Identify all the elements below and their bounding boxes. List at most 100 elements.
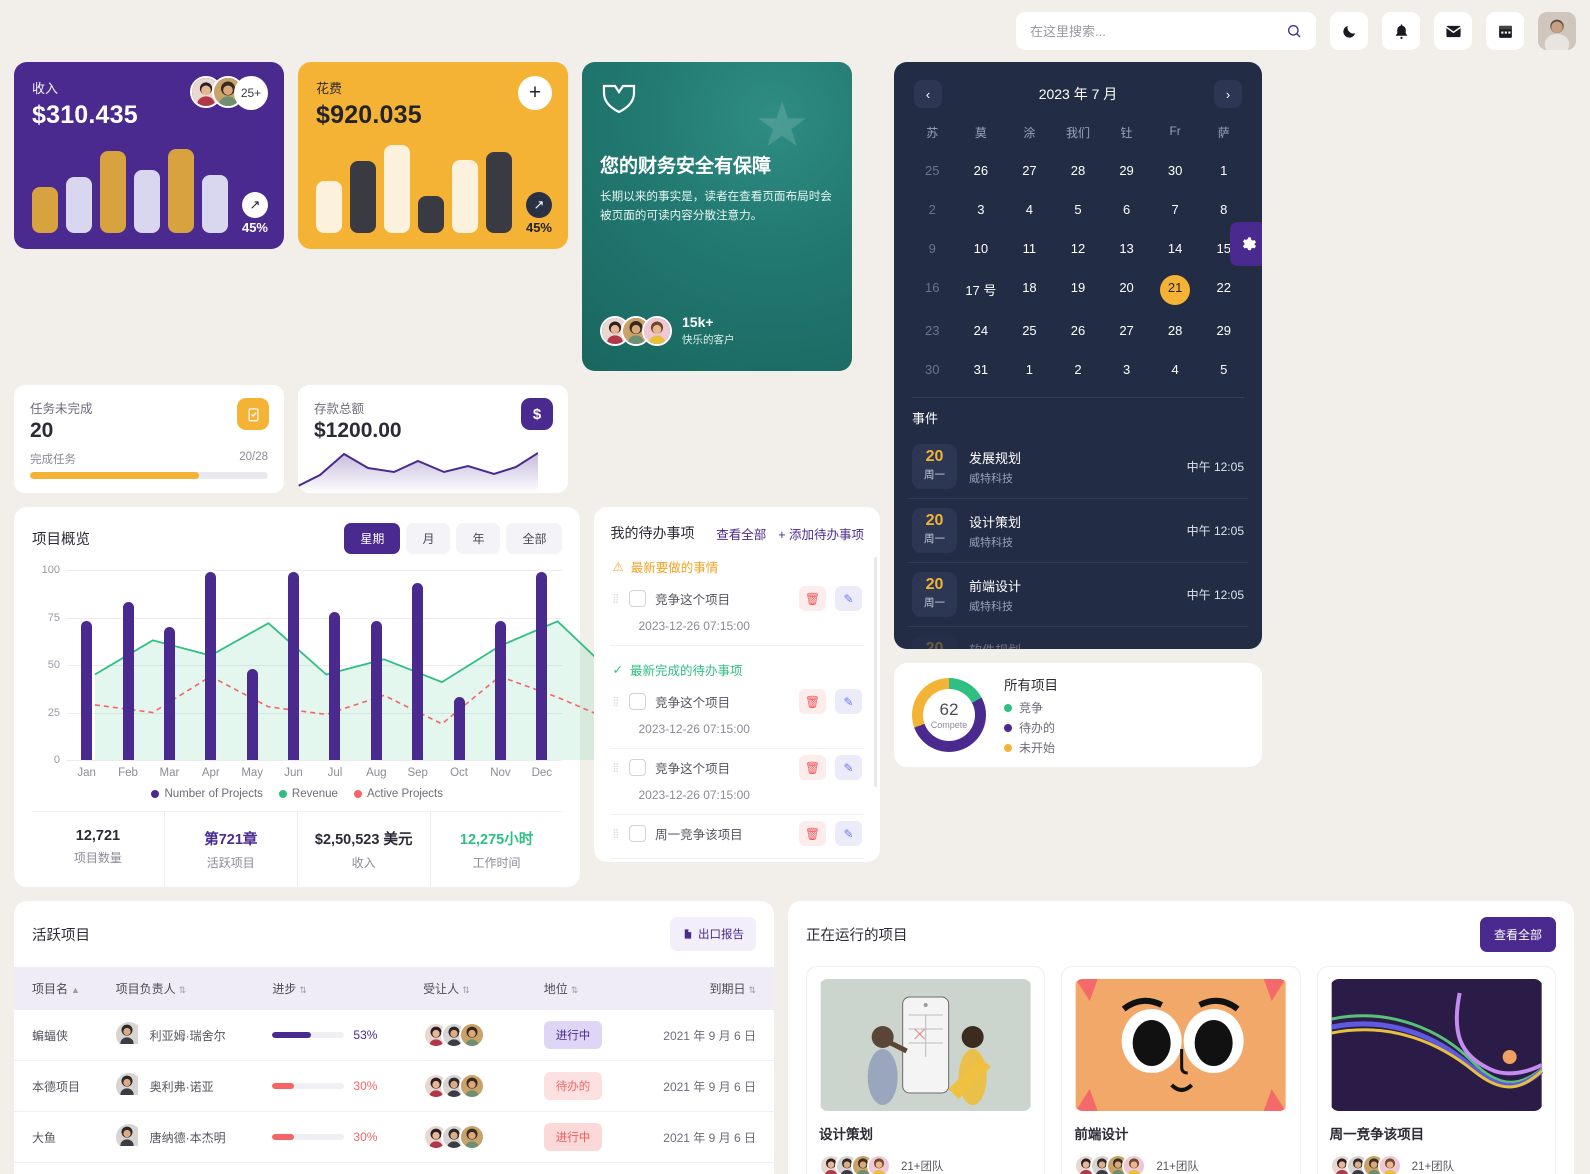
avatar-more-count[interactable]: 25+ [234,76,268,110]
calendar-day[interactable]: 29 [1102,155,1151,186]
calendar-day[interactable]: 31 [957,354,1006,385]
calendar-day[interactable]: 26 [1054,315,1103,346]
notifications-button[interactable] [1382,12,1420,50]
calendar-day[interactable]: 2 [908,194,957,225]
calendar-day[interactable]: 13 [1102,233,1151,264]
running-project-card[interactable]: 前端设计21+团队到期日2021 年 9 月 6 日进行中 [1061,966,1301,1174]
chart-tab-2[interactable]: 年 [456,523,501,554]
calendar-day[interactable]: 14 [1151,233,1200,264]
sort-icon[interactable]: ⇅ [748,985,756,995]
calendar-day[interactable]: 29 [1199,315,1248,346]
dark-mode-button[interactable] [1330,12,1368,50]
export-report-button[interactable]: 出口报告 [670,917,756,951]
drag-handle-icon[interactable]: ⣿ [612,829,620,838]
todo-delete-button[interactable]: 🗑 [799,586,826,611]
calendar-day[interactable]: 3 [957,194,1006,225]
chart-range-tabs[interactable]: 星期月年全部 [344,523,563,554]
calendar-prev-button[interactable]: ‹ [914,80,942,108]
calendar-day[interactable]: 28 [1151,315,1200,346]
todo-checkbox[interactable] [629,693,647,710]
todo-edit-button[interactable]: ✎ [835,821,862,846]
calendar-day[interactable]: 12 [1054,233,1103,264]
calendar-day-selected[interactable]: 21 [1151,272,1200,307]
todo-edit-button[interactable]: ✎ [835,689,862,714]
calendar-day[interactable]: 26 [957,155,1006,186]
chart-tab-0[interactable]: 星期 [344,523,401,554]
todo-checkbox[interactable] [629,590,647,607]
calendar-day[interactable]: 20 [1102,272,1151,307]
calendar-day[interactable]: 30 [908,354,957,385]
running-view-all-button[interactable]: 查看全部 [1479,917,1556,952]
sort-icon[interactable]: ⇅ [462,985,470,995]
drag-handle-icon[interactable]: ⣿ [612,763,620,772]
calendar-day[interactable]: 5 [1199,354,1248,385]
todo-edit-button[interactable]: ✎ [835,755,862,780]
chart-tab-1[interactable]: 月 [406,523,451,554]
calendar-day[interactable]: 25 [1005,315,1054,346]
calendar-day[interactable]: 2 [1054,354,1103,385]
calendar-day[interactable]: 25 [908,155,957,186]
sort-icon[interactable]: ⇅ [571,985,579,995]
table-row[interactable]: 蝙蝠侠 利亚姆·瑞舍尔 53% 进行中 2021 年 9 月 6 日 [14,1010,774,1061]
calendar-day[interactable]: 28 [1054,155,1103,186]
calendar-next-button[interactable]: › [1213,80,1242,108]
todo-checkbox[interactable] [629,759,647,776]
sort-icon[interactable]: ⇅ [299,985,307,995]
calendar-event[interactable]: 20 周一 发展规划 威特科技 中午 12:05 [908,435,1248,499]
calendar-day[interactable]: 18 [1005,272,1054,307]
user-avatar[interactable] [1538,12,1576,50]
calendar-event[interactable]: 20 周一 前端设计 威特科技 中午 12:05 [908,563,1248,627]
calendar-day[interactable]: 6 [1102,194,1151,225]
search-input[interactable] [1030,23,1278,39]
table-row[interactable]: 本德项目 奥利弗·诺亚 30% 待办的 2021 年 9 月 6 日 [14,1060,774,1112]
table-column-header[interactable]: 到期日 ⇅ [628,967,774,1010]
calendar-day[interactable]: 11 [1005,233,1054,264]
todo-edit-button[interactable]: ✎ [835,586,862,611]
calendar-day[interactable]: 23 [908,315,957,346]
calendar-day[interactable]: 1 [1199,155,1248,186]
add-expense-button[interactable]: + [518,76,552,110]
calendar-day[interactable]: 4 [1151,354,1200,385]
sort-icon[interactable]: ▲ [71,985,80,995]
todo-delete-button[interactable]: 🗑 [799,755,826,780]
todo-add-link[interactable]: + 添加待办事项 [778,524,864,543]
table-column-header[interactable]: 地位 ⇅ [534,967,629,1010]
calendar-day[interactable]: 27 [1102,315,1151,346]
table-row[interactable]: 金丝雀伊利亚·詹姆斯40% 完全的2021 年 9 月 6 日 [14,1162,774,1174]
drag-handle-icon[interactable]: ⣿ [612,594,620,603]
calendar-day[interactable]: 16 [908,272,957,307]
calendar-day[interactable]: 24 [957,315,1006,346]
calendar-day[interactable]: 3 [1102,354,1151,385]
todo-checkbox[interactable] [629,825,647,842]
calendar-button[interactable] [1486,12,1524,50]
calendar-day[interactable]: 30 [1151,155,1200,186]
calendar-day[interactable]: 5 [1054,194,1103,225]
calendar-day[interactable]: 17 号 [957,272,1006,307]
running-project-card[interactable]: 周一竞争该项目21+团队到期日2021 年 9 月 6 日进行中 [1316,966,1556,1174]
calendar-event[interactable]: 20 周一 设计策划 威特科技 中午 12:05 [908,499,1248,563]
mail-button[interactable] [1434,12,1472,50]
todo-scrollbar[interactable] [874,557,877,787]
calendar-day[interactable]: 7 [1151,194,1200,225]
table-column-header[interactable]: 受让人 ⇅ [413,967,534,1010]
todo-view-all-link[interactable]: 查看全部 [716,524,766,543]
table-column-header[interactable]: 项目负责人 ⇅ [106,967,263,1010]
calendar-day[interactable]: 8 [1199,194,1248,225]
calendar-day[interactable]: 19 [1054,272,1103,307]
drag-handle-icon[interactable]: ⣿ [612,697,620,706]
running-project-card[interactable]: 设计策划21+团队到期日2021 年 9 月 6 日进行中 [806,966,1046,1174]
settings-gear-icon[interactable] [1230,222,1262,266]
table-row[interactable]: 大鱼 唐纳德·本杰明 30% 进行中 2021 年 9 月 6 日 [14,1111,774,1163]
todo-delete-button[interactable]: 🗑 [799,821,826,846]
calendar-day[interactable]: 10 [957,233,1006,264]
search-box[interactable] [1016,12,1316,50]
calendar-day[interactable]: 22 [1199,272,1248,307]
search-icon[interactable] [1286,23,1302,39]
todo-delete-button[interactable]: 🗑 [799,689,826,714]
calendar-event[interactable]: 20周一软件规划威特科技中午 12:05 [908,627,1248,649]
sort-icon[interactable]: ⇅ [179,985,187,995]
calendar-day[interactable]: 9 [908,233,957,264]
calendar-day[interactable]: 27 [1005,155,1054,186]
chart-tab-3[interactable]: 全部 [506,523,563,554]
calendar-day[interactable]: 1 [1005,354,1054,385]
